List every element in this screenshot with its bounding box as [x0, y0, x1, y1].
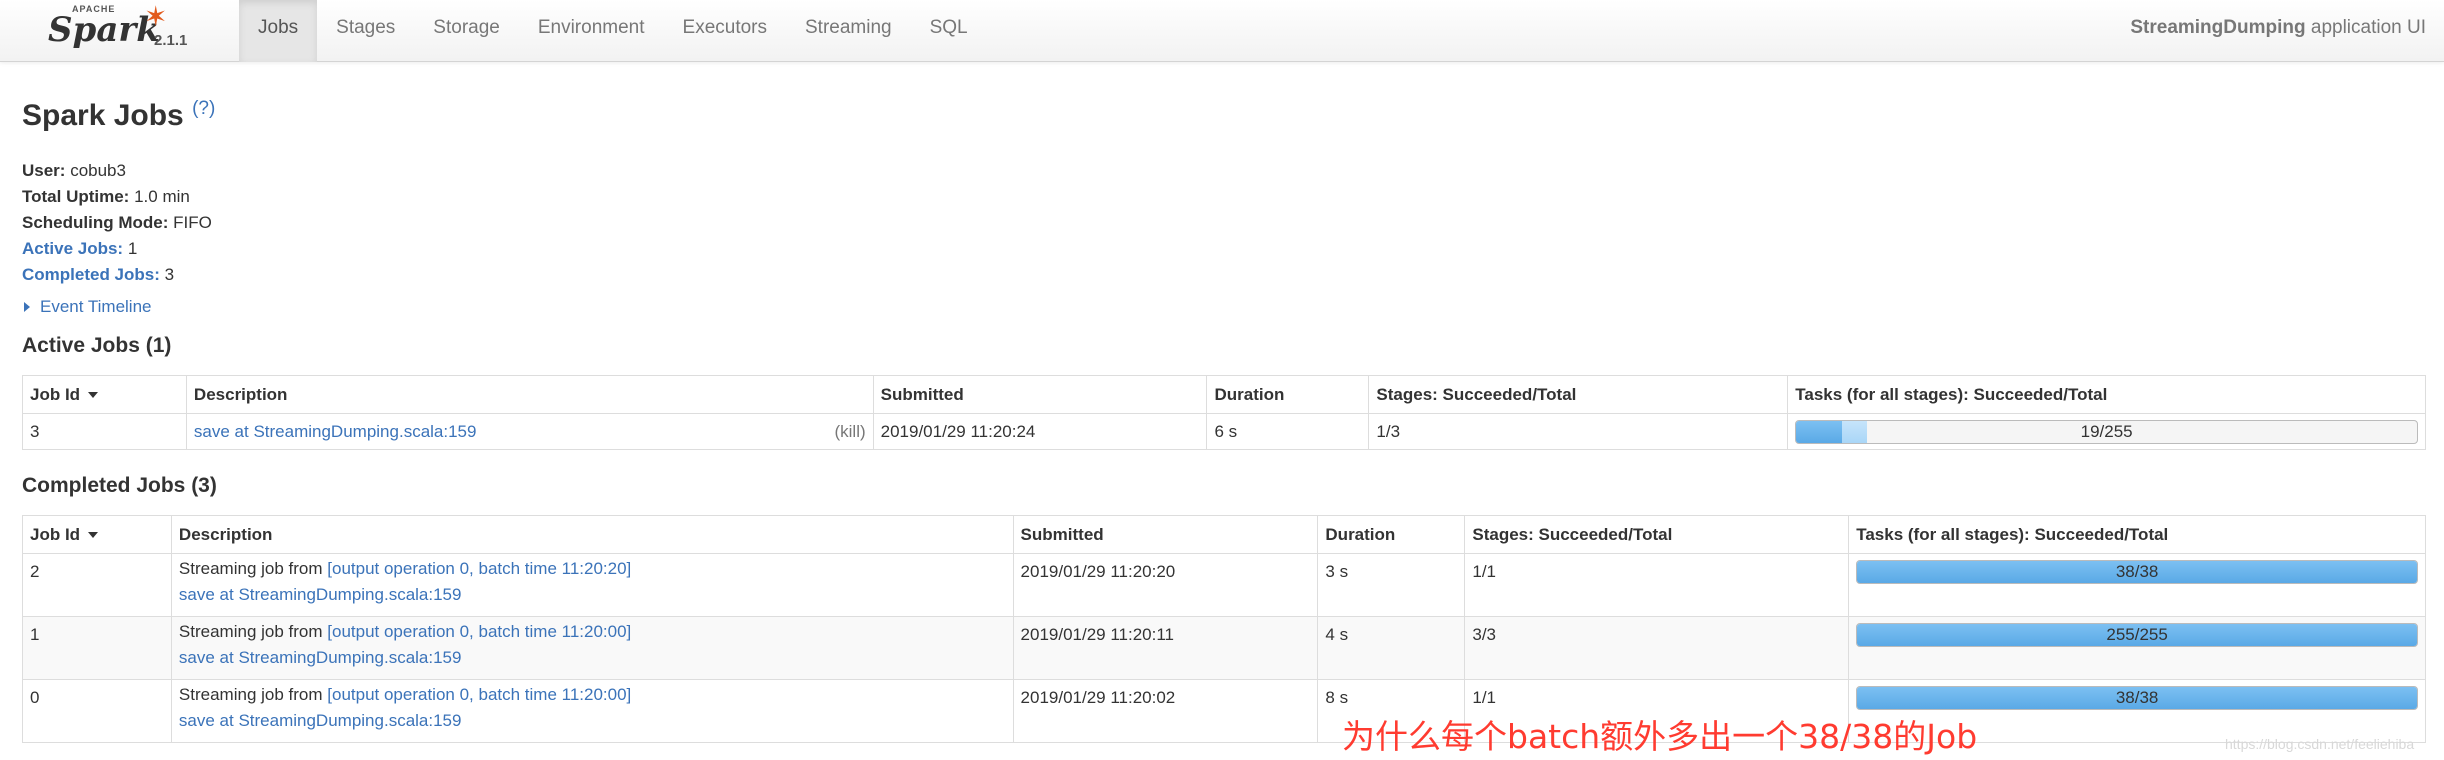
- spark-star-icon: ✶: [144, 1, 168, 32]
- job-submitted: 2019/01/29 11:20:02: [1012, 679, 1319, 743]
- col-tasks[interactable]: Tasks (for all stages): Succeeded/Total: [1787, 375, 2426, 414]
- watermark: https://blog.csdn.net/feeliehiba: [2225, 736, 2415, 752]
- col-submitted[interactable]: Submitted: [1012, 515, 1319, 554]
- progress-label: 38/38: [2115, 562, 2159, 581]
- summary-completed-jobs: Completed Jobs: 3: [22, 265, 175, 284]
- col-job-id[interactable]: Job Id: [22, 515, 172, 554]
- job-id: 2: [22, 553, 172, 617]
- sort-desc-icon: [88, 532, 99, 539]
- progress-label: 38/38: [2115, 688, 2159, 707]
- tasks-progress-bar: 38/38: [1856, 686, 2418, 710]
- job-id: 1: [22, 616, 172, 680]
- tab-streaming[interactable]: Streaming: [786, 0, 911, 62]
- job-tasks: 255/255: [1848, 616, 2426, 680]
- table-row: 1 Streaming job from [output operation 0…: [22, 616, 2426, 680]
- spark-version: 2.1.1: [154, 32, 188, 49]
- summary-uptime: Total Uptime: 1.0 min: [22, 187, 190, 206]
- col-duration[interactable]: Duration: [1206, 375, 1370, 414]
- col-stages[interactable]: Stages: Succeeded/Total: [1368, 375, 1789, 414]
- nav-tabs: Jobs Stages Storage Environment Executor…: [239, 0, 987, 62]
- job-tasks: 38/38: [1848, 553, 2426, 617]
- completed-jobs-title[interactable]: Completed Jobs (3): [22, 474, 217, 498]
- help-link[interactable]: (?): [192, 98, 215, 119]
- page-title-text: Spark Jobs: [22, 99, 184, 132]
- col-job-id[interactable]: Job Id: [22, 375, 187, 414]
- app-suffix: application UI: [2305, 17, 2426, 38]
- job-description: Streaming job from [output operation 0, …: [170, 679, 1014, 743]
- app-name: StreamingDumping: [2130, 17, 2306, 38]
- tab-executors[interactable]: Executors: [664, 0, 786, 62]
- job-stages: 1/1: [1464, 553, 1850, 617]
- job-submitted: 2019/01/29 11:20:11: [1012, 616, 1319, 680]
- table-row: 2 Streaming job from [output operation 0…: [22, 553, 2426, 617]
- job-summary: User: cobub3 Total Uptime: 1.0 min Sched…: [22, 158, 212, 288]
- tab-environment[interactable]: Environment: [519, 0, 664, 62]
- table-row: 0 Streaming job from [output operation 0…: [22, 679, 2426, 743]
- col-submitted[interactable]: Submitted: [872, 375, 1208, 414]
- job-duration: 4 s: [1317, 616, 1466, 680]
- sort-desc-icon: [88, 392, 99, 399]
- tasks-progress-bar: 255/255: [1856, 623, 2418, 647]
- spark-logo[interactable]: APACHE Spark ✶ 2.1.1: [44, 0, 204, 62]
- col-description[interactable]: Description: [170, 515, 1014, 554]
- job-description-link[interactable]: save at StreamingDumping.scala:159: [179, 648, 462, 667]
- job-stages: 1/3: [1368, 413, 1789, 450]
- job-tasks: 19/255: [1787, 413, 2426, 450]
- kill-link[interactable]: (kill): [834, 422, 865, 442]
- job-stages: 3/3: [1464, 616, 1850, 680]
- progress-label: 19/255: [2080, 422, 2133, 441]
- active-jobs-link[interactable]: Active Jobs:: [22, 239, 123, 258]
- completed-jobs-link[interactable]: Completed Jobs:: [22, 265, 160, 284]
- batch-link[interactable]: [output operation 0, batch time 11:20:00…: [327, 622, 631, 641]
- completed-jobs-table: Job Id Description Submitted Duration St…: [22, 515, 2426, 743]
- table-header-row: Job Id Description Submitted Duration St…: [22, 375, 2426, 414]
- job-id: 0: [22, 679, 172, 743]
- tab-jobs[interactable]: Jobs: [239, 0, 318, 62]
- table-header-row: Job Id Description Submitted Duration St…: [22, 515, 2426, 554]
- active-jobs-table: Job Id Description Submitted Duration St…: [22, 375, 2426, 450]
- active-jobs-title[interactable]: Active Jobs (1): [22, 334, 171, 358]
- job-submitted: 2019/01/29 11:20:20: [1012, 553, 1319, 617]
- col-description[interactable]: Description: [185, 375, 874, 414]
- job-id: 3: [22, 413, 187, 450]
- tasks-progress-bar: 38/38: [1856, 560, 2418, 584]
- batch-link[interactable]: [output operation 0, batch time 11:20:20…: [327, 559, 631, 578]
- job-description-link[interactable]: save at StreamingDumping.scala:159: [179, 711, 462, 730]
- job-duration: 6 s: [1206, 413, 1370, 450]
- tasks-progress-bar: 19/255: [1795, 420, 2418, 444]
- summary-user: User: cobub3: [22, 161, 126, 180]
- job-description: Streaming job from [output operation 0, …: [170, 616, 1014, 680]
- tab-stages[interactable]: Stages: [317, 0, 414, 62]
- expand-triangle-icon: [24, 302, 30, 312]
- top-navbar: APACHE Spark ✶ 2.1.1 Jobs Stages Storage…: [0, 0, 2444, 62]
- job-description: save at StreamingDumping.scala:159 (kill…: [185, 413, 874, 450]
- summary-active-jobs: Active Jobs: 1: [22, 239, 138, 258]
- col-stages[interactable]: Stages: Succeeded/Total: [1464, 515, 1850, 554]
- progress-label: 255/255: [2106, 625, 2168, 644]
- col-tasks[interactable]: Tasks (for all stages): Succeeded/Total: [1848, 515, 2426, 554]
- summary-scheduling-mode: Scheduling Mode: FIFO: [22, 213, 212, 232]
- red-annotation-text: 为什么每个batch额外多出一个38/38的Job: [1342, 717, 1978, 756]
- table-row: 3 save at StreamingDumping.scala:159 (ki…: [22, 413, 2426, 450]
- tab-sql[interactable]: SQL: [911, 0, 987, 62]
- col-duration[interactable]: Duration: [1317, 515, 1466, 554]
- page-title: Spark Jobs (?): [22, 98, 215, 133]
- tab-storage[interactable]: Storage: [414, 0, 519, 62]
- job-description-link[interactable]: save at StreamingDumping.scala:159: [179, 585, 462, 604]
- application-title: StreamingDumping application UI: [2130, 0, 2426, 56]
- job-description-link[interactable]: save at StreamingDumping.scala:159: [194, 422, 477, 441]
- job-description: Streaming job from [output operation 0, …: [170, 553, 1014, 617]
- job-duration: 3 s: [1317, 553, 1466, 617]
- job-submitted: 2019/01/29 11:20:24: [872, 413, 1208, 450]
- batch-link[interactable]: [output operation 0, batch time 11:20:00…: [327, 685, 631, 704]
- event-timeline-toggle[interactable]: Event Timeline: [24, 297, 152, 317]
